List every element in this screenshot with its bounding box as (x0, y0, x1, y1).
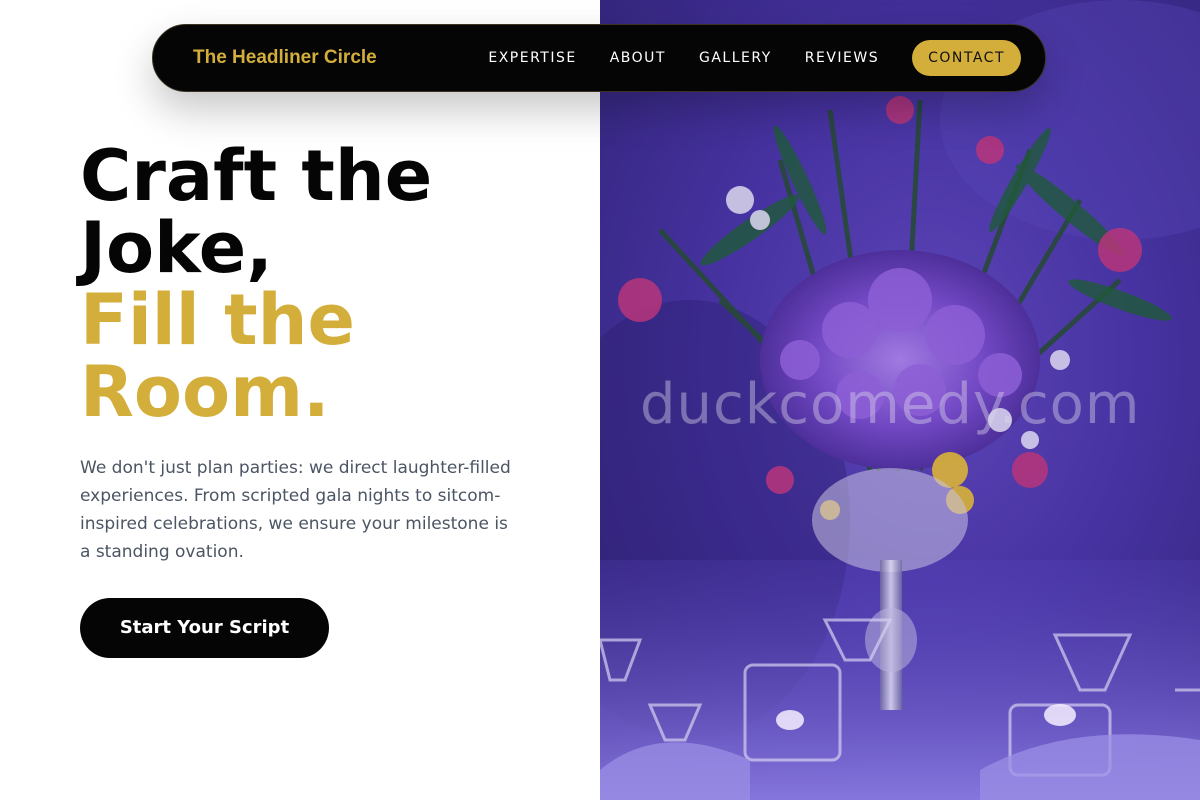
start-your-script-button[interactable]: Start Your Script (80, 598, 329, 658)
watermark-text: duckcomedy.com (640, 372, 1141, 437)
headline-accent-line-2: Room. (80, 351, 330, 433)
nav-link-expertise[interactable]: EXPERTISE (488, 50, 576, 66)
hero-photo-centerpiece: duckcomedy.com (600, 0, 1200, 800)
contact-button[interactable]: CONTACT (912, 40, 1021, 76)
top-navigation: The Headliner Circle EXPERTISE ABOUT GAL… (152, 24, 1046, 92)
nav-links: EXPERTISE ABOUT GALLERY REVIEWS CONTACT (455, 40, 1021, 76)
nav-link-reviews[interactable]: REVIEWS (805, 50, 879, 66)
headline-line-1: Craft the (80, 135, 433, 217)
nav-link-about[interactable]: ABOUT (610, 50, 666, 66)
headline-accent-line-1: Fill the (80, 279, 355, 361)
nav-link-gallery[interactable]: GALLERY (699, 50, 772, 66)
landing-page: duckcomedy.com The Headliner Circle EXPE… (0, 0, 1200, 800)
headline-line-2: Joke, (80, 207, 273, 289)
hero-headline: Craft the Joke, Fill the Room. (80, 140, 580, 428)
brand-logo-text[interactable]: The Headliner Circle (193, 47, 377, 69)
hero-intro-paragraph: We don't just plan parties: we direct la… (80, 458, 511, 562)
